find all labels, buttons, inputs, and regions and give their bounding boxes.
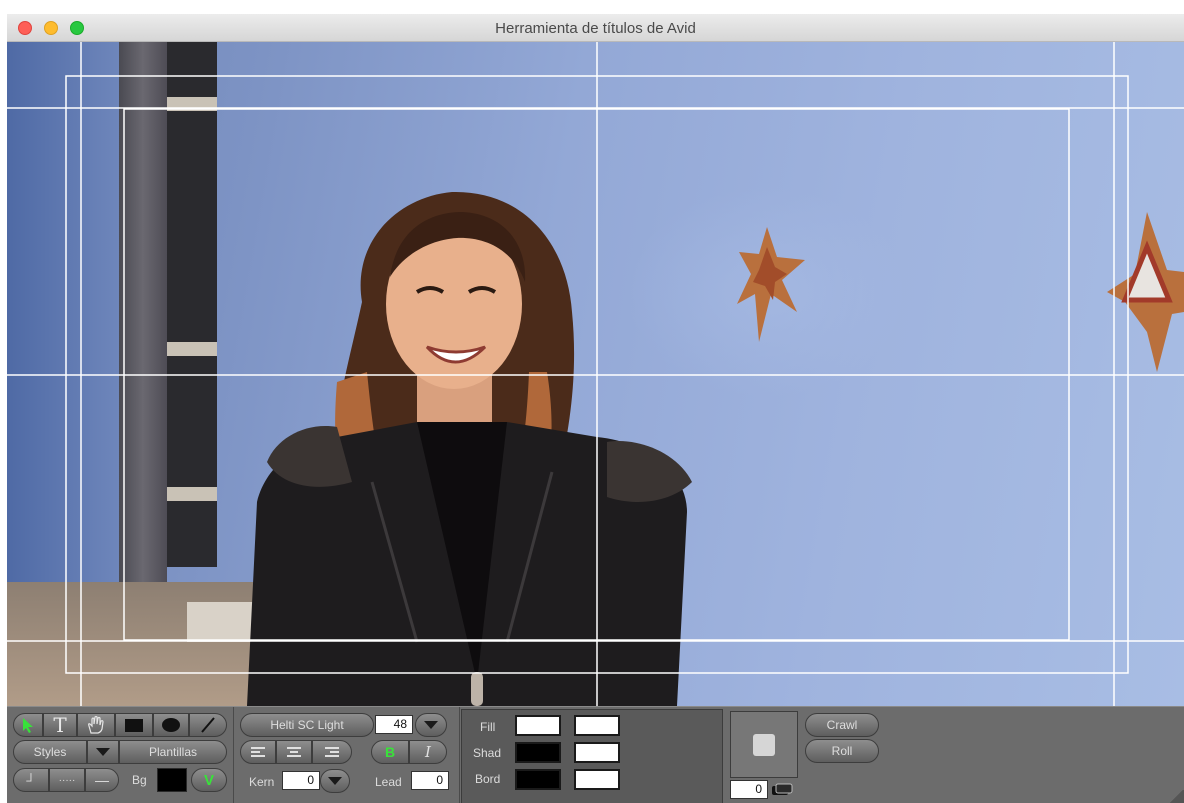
fill-label: Fill: [480, 720, 496, 734]
chevron-down-icon: [328, 777, 342, 785]
font-select-button[interactable]: Helti SC Light: [240, 713, 374, 737]
kern-menu-button[interactable]: [320, 769, 350, 793]
fill-color-swatch[interactable]: [515, 715, 561, 736]
bold-toggle[interactable]: B: [371, 740, 409, 764]
shadow-preview-square: [753, 734, 775, 756]
rectangle-icon: [125, 718, 143, 732]
styles-button[interactable]: Styles: [13, 740, 87, 764]
kern-label: Kern: [249, 775, 275, 789]
rectangle-tool-button[interactable]: [115, 713, 153, 737]
align-center-icon: [287, 747, 301, 757]
hand-tool-button[interactable]: [77, 713, 115, 737]
selection-tool-button[interactable]: [13, 713, 43, 737]
background-visible-toggle[interactable]: V: [191, 768, 227, 792]
resize-grip-icon[interactable]: [1168, 790, 1184, 803]
title-tool-toolbar: T Styles Plantillas ┘ ····· — Bg V Helti…: [7, 706, 1184, 803]
font-size-field[interactable]: 48: [375, 715, 413, 734]
title-canvas[interactable]: [7, 42, 1184, 706]
border-color-swatch[interactable]: [515, 769, 561, 790]
background-color-swatch[interactable]: [157, 768, 187, 792]
star-decoration-icon: [737, 227, 805, 342]
text-tool-button[interactable]: T: [43, 713, 77, 737]
align-right-icon: [325, 747, 339, 757]
templates-button[interactable]: Plantillas: [119, 740, 227, 764]
shadow-depth-field[interactable]: 0: [730, 780, 768, 799]
align-center-button[interactable]: [276, 740, 312, 764]
border-label: Bord: [475, 772, 501, 786]
crawl-button[interactable]: Crawl: [805, 713, 879, 737]
background-photo: [247, 191, 1184, 706]
shadow-direction-icon[interactable]: [770, 781, 794, 799]
title-bar: Herramienta de títulos de Avid: [7, 14, 1184, 42]
lead-label: Lead: [375, 775, 402, 789]
font-size-menu-button[interactable]: [415, 713, 447, 737]
title-tool-window: Herramienta de títulos de Avid T Styles …: [7, 14, 1184, 803]
oval-icon: [162, 718, 180, 732]
align-left-icon: [251, 747, 265, 757]
lead-field[interactable]: 0: [411, 771, 449, 790]
line-tool-button[interactable]: [189, 713, 227, 737]
dotted-line-button[interactable]: ·····: [49, 768, 85, 792]
roll-button[interactable]: Roll: [805, 739, 879, 763]
shadow-color-swatch[interactable]: [515, 742, 561, 763]
solid-line-button[interactable]: —: [85, 768, 119, 792]
arrow-icon: [23, 718, 33, 733]
hand-icon: [88, 716, 104, 734]
align-left-button[interactable]: [240, 740, 276, 764]
shadow-depth-control[interactable]: [730, 711, 798, 778]
border-transparency-swatch[interactable]: [574, 769, 620, 790]
star-decoration-icon: [1107, 212, 1184, 372]
background-label: Bg: [132, 773, 147, 787]
line-icon: [201, 717, 215, 733]
divider: [459, 707, 460, 803]
window-title: Herramienta de títulos de Avid: [495, 20, 696, 37]
styles-menu-button[interactable]: [87, 740, 119, 764]
oval-tool-button[interactable]: [153, 713, 189, 737]
chevron-down-icon: [424, 721, 438, 729]
italic-toggle[interactable]: I: [409, 740, 447, 764]
kern-field[interactable]: 0: [282, 771, 320, 790]
align-right-button[interactable]: [312, 740, 352, 764]
divider: [233, 707, 234, 803]
shadow-transparency-swatch[interactable]: [574, 742, 620, 763]
shadow-label: Shad: [473, 746, 502, 760]
chevron-down-icon: [96, 748, 110, 756]
fill-transparency-swatch[interactable]: [574, 715, 620, 736]
corner-line-button[interactable]: ┘: [13, 768, 49, 792]
